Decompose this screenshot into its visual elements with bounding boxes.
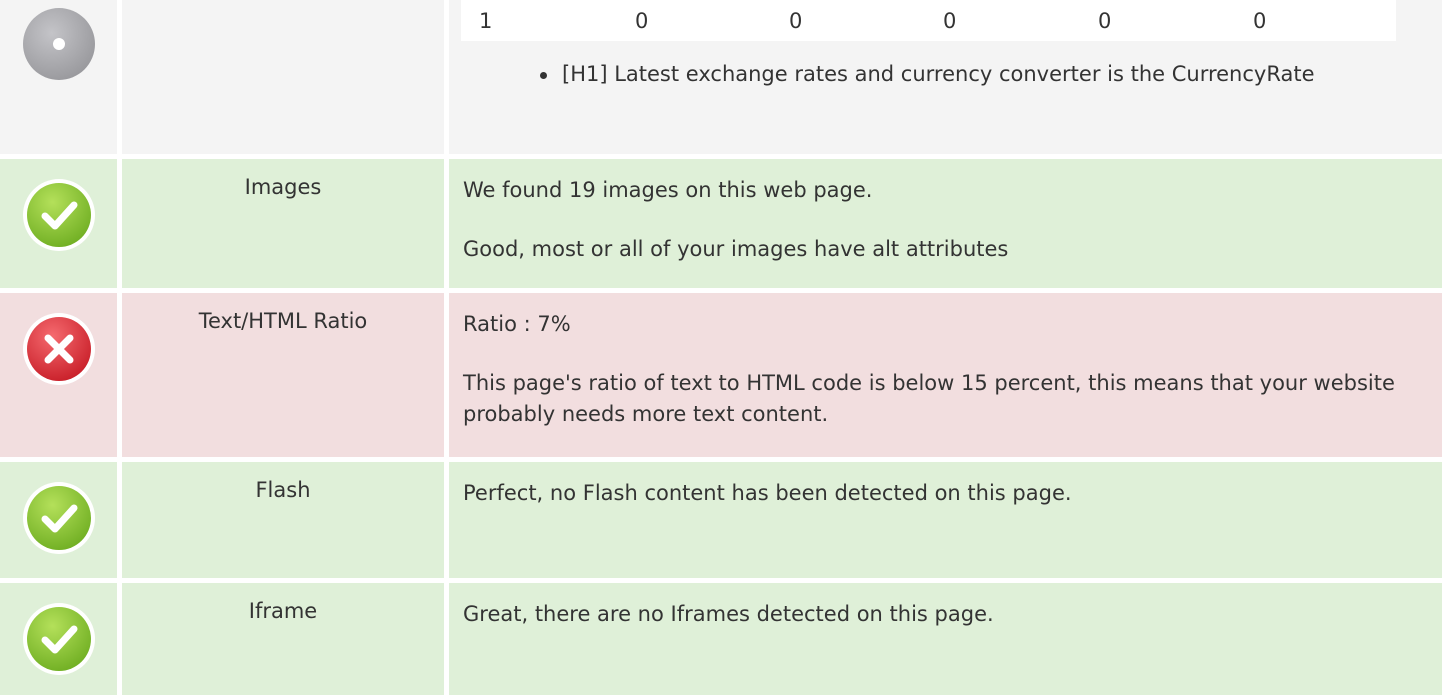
x-circle-icon — [21, 311, 97, 387]
iframe-row: Iframe Great, there are no Iframes detec… — [0, 583, 1442, 695]
ratio-label: Text/HTML Ratio — [122, 293, 444, 457]
flash-details: Perfect, no Flash content has been detec… — [449, 462, 1442, 578]
ratio-explanation-text: This page's ratio of text to HTML code i… — [463, 371, 1395, 426]
images-details: We found 19 images on this web page. Goo… — [449, 159, 1442, 288]
h1-count: 1 — [479, 9, 493, 33]
h4-count: 0 — [943, 9, 957, 33]
check-circle-icon — [21, 601, 97, 677]
h6-count: 0 — [1253, 9, 1267, 33]
h5-count: 0 — [1098, 9, 1112, 33]
headings-icon-cell — [0, 0, 117, 154]
flash-row: Flash Perfect, no Flash content has been… — [0, 462, 1442, 578]
iframe-label: Iframe — [122, 583, 444, 695]
check-circle-icon — [21, 177, 97, 253]
flash-label: Flash — [122, 462, 444, 578]
h2-count: 0 — [635, 9, 649, 33]
images-alt-text: Good, most or all of your images have al… — [463, 237, 1009, 261]
heading-counts-table: 1 0 0 0 0 0 — [461, 0, 1396, 41]
ratio-icon-cell — [0, 293, 117, 457]
h3-count: 0 — [789, 9, 803, 33]
check-circle-icon — [21, 480, 97, 556]
iframe-icon-cell — [0, 583, 117, 695]
heading-list-item: [H1] Latest exchange rates and currency … — [540, 59, 1402, 90]
text-html-ratio-row: Text/HTML Ratio Ratio : 7% This page's r… — [0, 293, 1442, 457]
images-icon-cell — [0, 159, 117, 288]
headings-name-cell — [122, 0, 444, 154]
headings-row: 1 0 0 0 0 0 [H1] Latest exchange rates a… — [0, 0, 1442, 154]
neutral-dot-icon — [21, 6, 97, 82]
images-row: Images We found 19 images on this web pa… — [0, 159, 1442, 288]
flash-result-text: Perfect, no Flash content has been detec… — [463, 481, 1072, 505]
ratio-details: Ratio : 7% This page's ratio of text to … — [449, 293, 1442, 457]
iframe-result-text: Great, there are no Iframes detected on … — [463, 602, 994, 626]
images-label: Images — [122, 159, 444, 288]
seo-report-table: 1 0 0 0 0 0 [H1] Latest exchange rates a… — [0, 0, 1442, 695]
images-count-text: We found 19 images on this web page. — [463, 178, 873, 202]
ratio-value-text: Ratio : 7% — [463, 312, 571, 336]
iframe-details: Great, there are no Iframes detected on … — [449, 583, 1442, 695]
flash-icon-cell — [0, 462, 117, 578]
